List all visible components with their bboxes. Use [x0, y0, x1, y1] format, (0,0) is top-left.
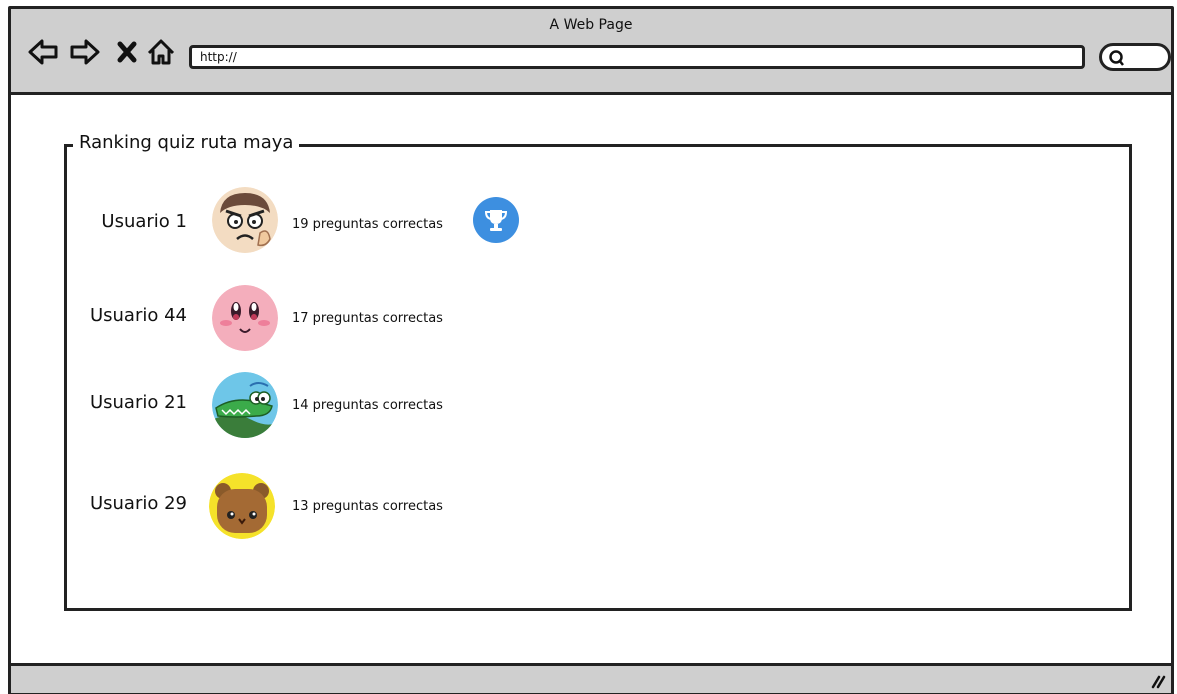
resize-grip-icon[interactable]	[1149, 671, 1167, 689]
ranking-panel: Ranking quiz ruta maya Usuario 1 19 preg…	[64, 132, 1132, 611]
window-title: A Web Page	[549, 17, 633, 33]
user-name: Usuario 44	[89, 305, 187, 326]
score-label: 19 preguntas correctas	[292, 217, 443, 232]
trophy-icon	[473, 197, 519, 243]
stop-x-icon[interactable]	[109, 37, 145, 67]
panel-title: Ranking quiz ruta maya	[73, 132, 300, 153]
score-label: 13 preguntas correctas	[292, 499, 443, 514]
score-label: 17 preguntas correctas	[292, 311, 443, 326]
search-icon	[1109, 50, 1124, 66]
search-button[interactable]	[1099, 43, 1171, 71]
user-name: Usuario 29	[89, 493, 187, 514]
ranking-row: Usuario 29 13 preguntas correctas	[67, 471, 667, 543]
crocodile-avatar	[212, 372, 278, 438]
browser-toolbar: A Web Page http://	[11, 9, 1171, 95]
home-icon[interactable]	[143, 37, 179, 67]
forward-arrow-icon[interactable]	[67, 37, 103, 67]
user-name: Usuario 1	[101, 211, 187, 232]
ranking-row: Usuario 44 17 preguntas correctas	[67, 285, 667, 357]
angry-boy-avatar	[212, 187, 278, 253]
browser-window: A Web Page http:// Ranking quiz ruta may…	[8, 6, 1174, 694]
back-arrow-icon[interactable]	[25, 37, 61, 67]
score-label: 14 preguntas correctas	[292, 398, 443, 413]
pink-blob-avatar	[212, 285, 278, 351]
url-input[interactable]: http://	[189, 45, 1085, 69]
bear-avatar	[209, 473, 275, 539]
ranking-row: Usuario 1 19 preguntas correctas	[67, 187, 667, 259]
status-bar	[11, 663, 1171, 693]
user-name: Usuario 21	[89, 392, 187, 413]
ranking-row: Usuario 21 14 preguntas correctas	[67, 372, 667, 444]
